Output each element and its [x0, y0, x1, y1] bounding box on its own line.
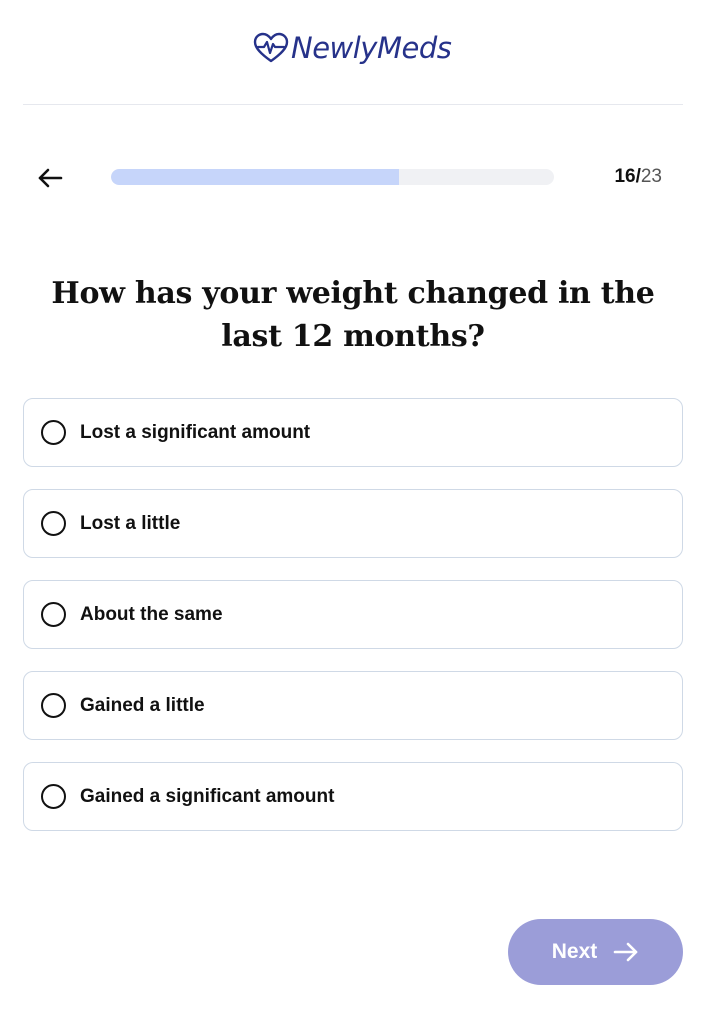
step-total: 23 — [640, 166, 662, 187]
progress-bar-fill — [111, 169, 399, 185]
radio-button[interactable] — [41, 602, 66, 627]
radio-button[interactable] — [41, 511, 66, 536]
option-lost-significant[interactable]: Lost a significant amount — [23, 398, 683, 467]
next-button-label: Next — [551, 940, 598, 963]
radio-button[interactable] — [41, 784, 66, 809]
option-gained-little[interactable]: Gained a little — [23, 671, 683, 740]
header-divider — [23, 104, 683, 105]
radio-button[interactable] — [41, 693, 66, 718]
question-title: How has your weight changed in the last … — [51, 276, 655, 354]
progress-bar — [111, 169, 554, 185]
header: NewlyMeds — [0, 0, 707, 104]
answer-options: Lost a significant amount Lost a little … — [23, 398, 683, 853]
option-label: Gained a little — [80, 694, 205, 716]
arrow-left-icon — [38, 168, 63, 188]
back-button[interactable] — [34, 162, 66, 194]
option-label: Gained a significant amount — [80, 785, 335, 807]
option-label: About the same — [80, 603, 223, 625]
arrow-right-icon — [613, 939, 639, 965]
brand-name: NewlyMeds — [291, 30, 452, 65]
next-button[interactable]: Next — [508, 919, 683, 985]
step-counter: 16/23 — [596, 166, 662, 188]
brand-logo[interactable]: NewlyMeds — [253, 28, 452, 68]
option-about-same[interactable]: About the same — [23, 580, 683, 649]
option-gained-significant[interactable]: Gained a significant amount — [23, 762, 683, 831]
radio-button[interactable] — [41, 420, 66, 445]
step-current: 16 — [614, 166, 636, 187]
heart-pulse-icon — [253, 32, 289, 63]
option-lost-little[interactable]: Lost a little — [23, 489, 683, 558]
option-label: Lost a significant amount — [80, 421, 311, 443]
option-label: Lost a little — [80, 512, 181, 534]
